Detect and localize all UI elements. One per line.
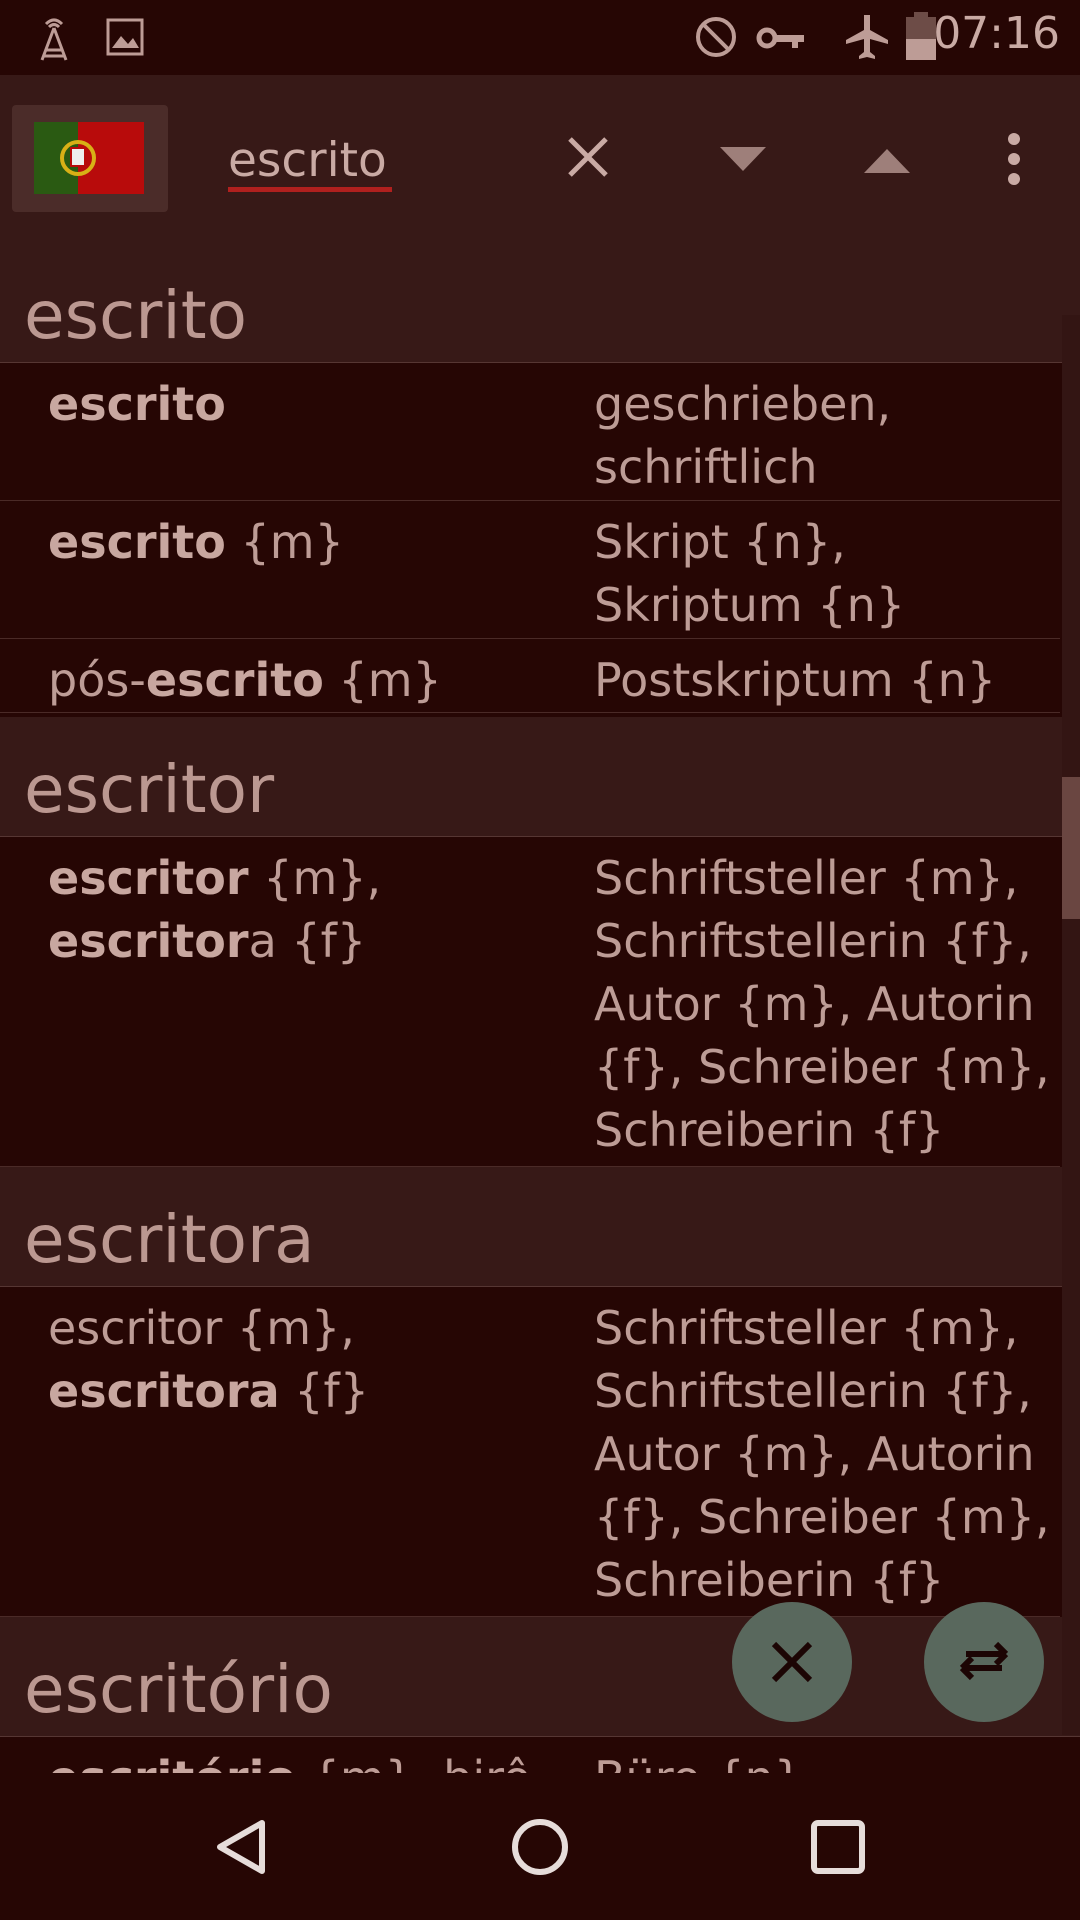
group-header: escritório bbox=[0, 1617, 1080, 1737]
clock: 07:16 bbox=[933, 8, 1060, 59]
close-icon bbox=[771, 1641, 813, 1683]
back-icon[interactable] bbox=[212, 1817, 272, 1877]
triangle-up-icon[interactable] bbox=[862, 145, 912, 175]
group-header-title: escritora bbox=[24, 1201, 315, 1278]
navigation-bar bbox=[0, 1773, 1080, 1920]
list-item[interactable]: escritório {m}, birô Büro {n} bbox=[0, 1737, 1060, 1773]
close-icon[interactable] bbox=[566, 135, 610, 179]
airplane-mode-icon bbox=[846, 15, 888, 59]
entry-source: escritor {m}, escritora {f} bbox=[48, 1301, 369, 1418]
search-toolbar: escrito bbox=[0, 75, 1080, 243]
group-header: escrito bbox=[0, 243, 1080, 363]
entry-translation: Skript {n}, Skriptum {n} bbox=[594, 515, 906, 632]
entry-source: escrito {m} bbox=[48, 515, 344, 569]
language-button[interactable] bbox=[12, 105, 168, 212]
results-list[interactable]: escrito escrito geschrieben, schriftlich… bbox=[0, 243, 1080, 1773]
image-icon bbox=[106, 18, 144, 56]
vpn-key-icon bbox=[756, 27, 804, 49]
status-bar: 07:16 bbox=[0, 0, 1080, 75]
entry-source: escritor {m}, escritora {f} bbox=[48, 851, 382, 968]
group-header-title: escritor bbox=[24, 751, 275, 828]
scrollbar-thumb[interactable] bbox=[1062, 777, 1080, 919]
portugal-flag-icon bbox=[34, 122, 144, 194]
list-item[interactable]: pós-escrito {m} Postskriptum {n} bbox=[0, 639, 1060, 713]
triangle-down-icon[interactable] bbox=[718, 145, 768, 175]
entry-translation: geschrieben, schriftlich bbox=[594, 377, 892, 494]
entry-source: escrito bbox=[48, 377, 226, 431]
group-header-title: escritório bbox=[24, 1651, 333, 1728]
group-header: escritor bbox=[0, 717, 1080, 837]
entry-translation: Postskriptum {n} bbox=[594, 653, 997, 707]
entry-source: pós-escrito {m} bbox=[48, 653, 442, 707]
entry-translation: Schriftsteller {m}, Schriftstellerin {f}… bbox=[594, 1301, 1050, 1607]
group-header-title: escrito bbox=[24, 277, 248, 354]
group-header: escritora bbox=[0, 1167, 1080, 1287]
recents-icon[interactable] bbox=[810, 1819, 866, 1875]
search-input-underline bbox=[228, 187, 392, 192]
search-input[interactable]: escrito bbox=[228, 133, 387, 188]
scrollbar-track[interactable] bbox=[1062, 315, 1080, 1735]
home-icon[interactable] bbox=[510, 1817, 570, 1877]
list-item[interactable]: escrito geschrieben, schriftlich bbox=[0, 363, 1060, 501]
list-item[interactable]: escrito {m} Skript {n}, Skriptum {n} bbox=[0, 501, 1060, 639]
swap-horiz-icon bbox=[959, 1641, 1009, 1681]
list-item[interactable]: escritor {m}, escritora {f} Schriftstelle… bbox=[0, 837, 1060, 1167]
do-not-disturb-icon bbox=[696, 17, 736, 57]
entry-translation: Büro {n} bbox=[594, 1747, 1064, 1773]
more-vert-icon[interactable] bbox=[1002, 133, 1026, 185]
clear-fab[interactable] bbox=[732, 1602, 852, 1722]
list-item[interactable]: escritor {m}, escritora {f} Schriftstelle… bbox=[0, 1287, 1060, 1617]
entry-translation: Schriftsteller {m}, Schriftstellerin {f}… bbox=[594, 851, 1050, 1157]
signal-icon bbox=[40, 18, 68, 61]
swap-languages-fab[interactable] bbox=[924, 1602, 1044, 1722]
entry-source: escritório {m}, birô bbox=[48, 1747, 568, 1773]
